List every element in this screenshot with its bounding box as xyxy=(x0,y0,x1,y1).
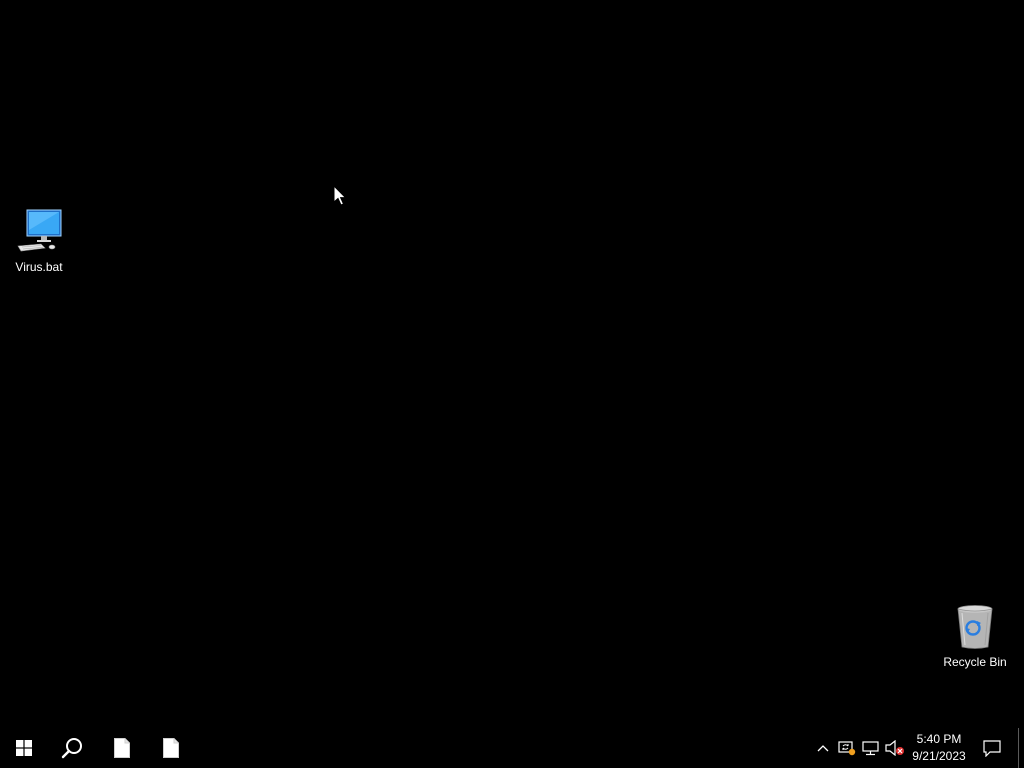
taskbar: 5:40 PM 9/21/2023 xyxy=(0,728,1024,768)
security-icon xyxy=(838,741,856,756)
taskbar-app-file-1[interactable] xyxy=(98,728,146,768)
mouse-cursor-icon xyxy=(333,185,347,206)
show-desktop-button[interactable] xyxy=(1018,728,1024,768)
tray-network-button[interactable] xyxy=(859,728,883,768)
taskbar-app-file-2[interactable] xyxy=(147,728,195,768)
chevron-up-icon xyxy=(817,745,829,752)
file-icon xyxy=(163,738,179,758)
desktop[interactable]: Virus.bat Recycle Bin xyxy=(0,0,1024,728)
clock-date: 9/21/2023 xyxy=(912,749,966,763)
action-center-button[interactable] xyxy=(978,728,1006,768)
taskbar-clock[interactable]: 5:40 PM 9/21/2023 xyxy=(904,728,974,768)
desktop-icon-label: Virus.bat xyxy=(15,260,63,274)
windows-logo-icon xyxy=(16,740,32,756)
search-icon xyxy=(61,738,82,759)
start-button[interactable] xyxy=(0,728,48,768)
desktop-icon-virus-bat[interactable]: Virus.bat xyxy=(1,208,77,274)
network-icon xyxy=(862,741,879,756)
show-hidden-icons-button[interactable] xyxy=(811,728,835,768)
notification-icon xyxy=(983,739,1001,757)
recycle-bin-icon xyxy=(957,605,993,649)
volume-muted-icon xyxy=(885,740,904,756)
file-icon xyxy=(114,738,130,758)
desktop-icon-label: Recycle Bin xyxy=(943,655,1007,669)
desktop-icon-recycle-bin[interactable]: Recycle Bin xyxy=(937,603,1013,669)
computer-icon xyxy=(17,209,62,252)
clock-time: 5:40 PM xyxy=(916,732,962,746)
search-button[interactable] xyxy=(48,728,96,768)
tray-security-button[interactable] xyxy=(835,728,859,768)
